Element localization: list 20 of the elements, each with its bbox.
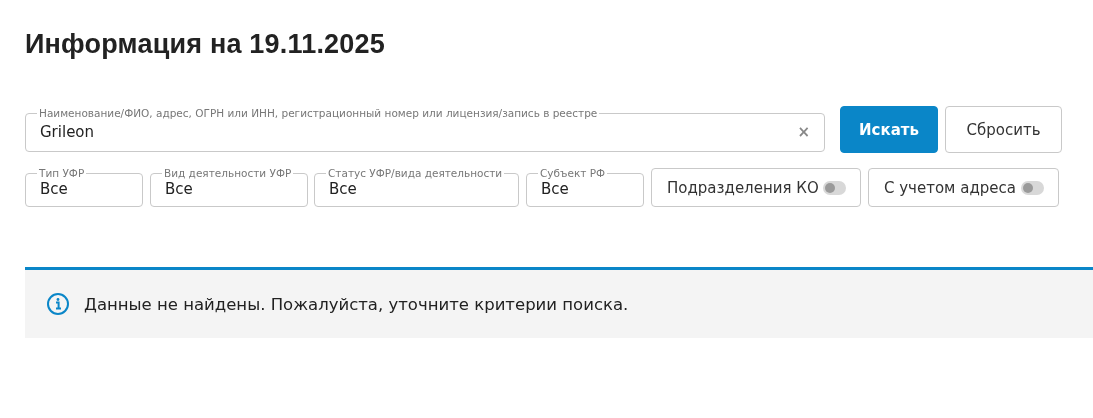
field-value[interactable]: Все — [165, 180, 294, 198]
dropdown-field[interactable]: Вид деятельности УФР Все — [150, 167, 309, 207]
field-value[interactable]: Все — [40, 180, 128, 198]
toggle-label: Подразделения КО — [667, 178, 819, 197]
field-value[interactable]: Grileon — [40, 122, 798, 141]
field-value[interactable]: Все — [541, 180, 629, 198]
dropdown-field[interactable]: Тип УФР Все — [25, 167, 143, 207]
toggle-label: С учетом адреса — [884, 178, 1016, 197]
search-button[interactable]: Искать — [840, 106, 938, 153]
toggle-switch[interactable] — [823, 180, 846, 195]
reset-button[interactable]: Сбросить — [945, 106, 1062, 153]
dropdown-field[interactable]: Статус УФР/вида деятельности Все — [314, 167, 520, 207]
search-field[interactable]: Наименование/ФИО, адрес, ОГРН или ИНН, регистрационный номер или лицензия/запись в реестре Grileon × — [25, 107, 825, 152]
toggle-switch[interactable] — [1021, 180, 1044, 195]
message-text: Данные не найдены. Пожалуйста, уточните критерии поиска. — [84, 294, 629, 314]
page-title: Информация на 19.11.2025 — [25, 29, 386, 60]
clear-icon[interactable]: × — [797, 122, 810, 141]
field-value[interactable]: Все — [329, 180, 505, 198]
info-icon — [46, 292, 70, 316]
dropdown-field[interactable]: Субъект РФ Все — [526, 167, 644, 207]
